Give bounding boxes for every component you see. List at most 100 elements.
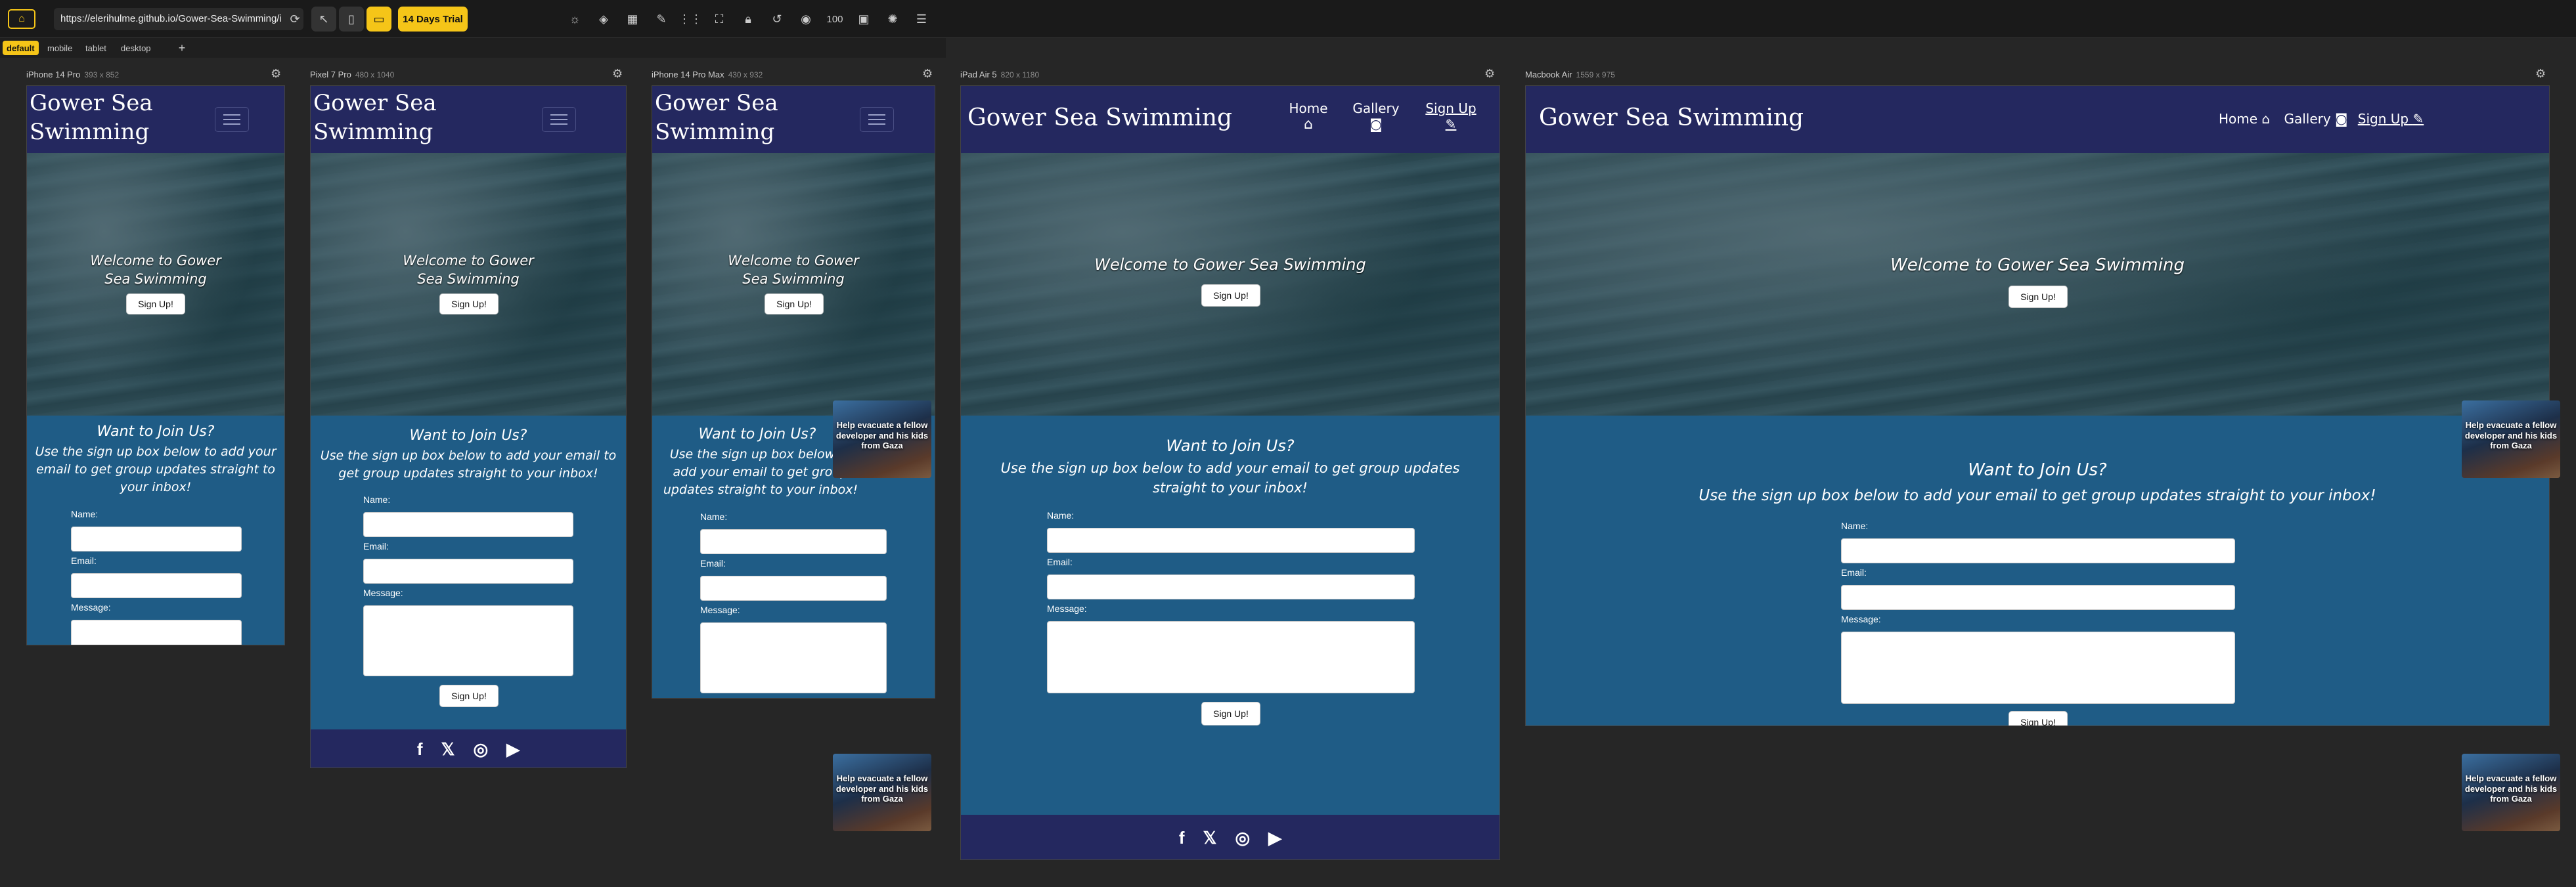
facebook-icon[interactable]: f [1179, 828, 1185, 848]
x-icon[interactable]: 𝕏 [1203, 828, 1217, 848]
zoom-level[interactable]: 100 [822, 7, 847, 32]
hamburger-menu-button[interactable] [542, 107, 576, 132]
grid-icon[interactable]: ▦ [620, 7, 645, 32]
device-frame-iphone-14-pro: Gower Sea Swimming Welcome to Gower Sea … [26, 85, 285, 645]
hero-signup-button[interactable]: Sign Up! [765, 293, 824, 314]
hamburger-menu-button[interactable] [215, 107, 249, 132]
layers-icon[interactable]: ◈ [591, 7, 616, 32]
nav-home[interactable]: Home ⌂ [2211, 111, 2277, 127]
name-label: Name: [1841, 521, 1869, 531]
site-footer: f 𝕏 ◎ ▶ [961, 815, 1499, 859]
undo-icon[interactable]: ↺ [765, 7, 789, 32]
hero-section: Welcome to Gower Sea Swimming Sign Up! [652, 153, 935, 416]
nav-home[interactable]: Home ⌂ [1285, 100, 1331, 133]
refresh-icon[interactable]: ⟳ [282, 7, 307, 32]
hero-section: Welcome to Gower Sea Swimming Sign Up! [27, 153, 284, 416]
facebook-icon[interactable]: f [417, 739, 423, 760]
settings-icon[interactable]: ✺ [880, 7, 905, 32]
camera-icon: ◙ [1369, 116, 1383, 132]
add-tab-icon[interactable]: + [169, 38, 194, 58]
url-input[interactable]: https://elerihulme.github.io/Gower-Sea-S… [54, 8, 303, 30]
tab-default[interactable]: default [3, 41, 39, 55]
message-input[interactable] [1841, 632, 2235, 704]
site-title[interactable]: Gower Sea Swimming [30, 89, 187, 146]
ad-text: Help evacuate a fellow developer and his… [2464, 773, 2558, 804]
nav-signup[interactable]: Sign Up ✎ [2355, 111, 2427, 127]
site-header: Gower Sea Swimming [311, 86, 626, 153]
lock-icon[interactable]: 🔒︎ [736, 7, 761, 32]
site-header: Gower Sea Swimming [652, 86, 935, 153]
site-title[interactable]: Gower Sea Swimming [655, 89, 819, 146]
name-input[interactable] [700, 529, 887, 554]
device-label: iPhone 14 Pro 393 x 852 [26, 70, 120, 79]
trial-button[interactable]: 14 Days Trial [398, 7, 468, 32]
ad-banner[interactable]: Help evacuate a fellow developer and his… [833, 400, 931, 478]
form-signup-button[interactable]: Sign Up! [439, 685, 499, 707]
x-icon[interactable]: 𝕏 [441, 739, 455, 760]
sun-icon[interactable]: ☼ [562, 7, 587, 32]
menu-icon[interactable]: ☰ [909, 7, 934, 32]
form-signup-button[interactable]: Sign Up! [1201, 702, 1260, 725]
gear-icon[interactable]: ⚙ [2535, 67, 2546, 81]
site-title[interactable]: Gower Sea Swimming [313, 89, 484, 146]
message-input[interactable] [363, 605, 573, 676]
hero-signup-button[interactable]: Sign Up! [439, 293, 499, 314]
email-input[interactable] [700, 576, 887, 601]
message-input[interactable] [71, 620, 242, 645]
ad-banner[interactable]: Help evacuate a fellow developer and his… [833, 754, 931, 831]
nav-gallery[interactable]: Gallery ◙ [2280, 111, 2352, 127]
ad-banner[interactable]: Help evacuate a fellow developer and his… [2462, 400, 2560, 478]
code-icon[interactable]: ▣ [851, 7, 876, 32]
expand-icon[interactable]: ⛶ [707, 7, 732, 32]
ad-banner[interactable]: Help evacuate a fellow developer and his… [2462, 754, 2560, 831]
gear-icon[interactable]: ⚙ [1484, 67, 1495, 81]
gear-icon[interactable]: ⚙ [271, 67, 281, 81]
email-label: Email: [700, 558, 726, 569]
message-label: Message: [1047, 603, 1087, 614]
pointer-icon[interactable]: ↖ [311, 7, 336, 32]
instagram-icon[interactable]: ◎ [473, 739, 488, 760]
email-input[interactable] [1841, 585, 2235, 610]
email-input[interactable] [363, 559, 573, 584]
hero-signup-button[interactable]: Sign Up! [126, 293, 185, 314]
youtube-icon[interactable]: ▶ [506, 739, 520, 760]
message-input[interactable] [700, 622, 887, 693]
ruler-icon[interactable]: ✎ [649, 7, 674, 32]
tab-mobile[interactable]: mobile [43, 41, 76, 55]
device-frame-ipad-air-5: Gower Sea Swimming Home ⌂ Gallery ◙ Sign U… [960, 85, 1500, 860]
hero-signup-button[interactable]: Sign Up! [2009, 286, 2068, 308]
site-title[interactable]: Gower Sea Swimming [1539, 103, 1804, 134]
nav-signup[interactable]: Sign Up ✎ [1425, 100, 1477, 132]
device-frame-iphone-14-pro-max: Gower Sea Swimming Welcome to Gower Sea … [652, 85, 935, 699]
email-input[interactable] [1047, 574, 1415, 599]
form-signup-button[interactable]: Sign Up! [2009, 711, 2068, 725]
site-title[interactable]: Gower Sea Swimming [967, 103, 1232, 134]
name-input[interactable] [1047, 528, 1415, 553]
phone-icon[interactable]: ▯ [339, 7, 364, 32]
hero-signup-button[interactable]: Sign Up! [1201, 284, 1260, 307]
name-input[interactable] [1841, 538, 2235, 563]
dots-icon[interactable]: ⋮⋮ [678, 7, 703, 32]
gear-icon[interactable]: ⚙ [612, 67, 623, 81]
gear-icon[interactable]: ⚙ [922, 67, 933, 81]
edit-icon: ✎ [2412, 111, 2424, 127]
tab-desktop[interactable]: desktop [117, 41, 155, 55]
youtube-icon[interactable]: ▶ [1268, 828, 1281, 848]
app-logo-icon[interactable]: ⌂ [8, 9, 35, 29]
email-input[interactable] [71, 573, 242, 598]
ad-text: Help evacuate a fellow developer and his… [835, 420, 929, 451]
instagram-icon[interactable]: ◎ [1235, 828, 1250, 848]
screens-icon[interactable]: ▭ [366, 7, 391, 32]
message-input[interactable] [1047, 621, 1415, 693]
camera-icon[interactable]: ◉ [793, 7, 818, 32]
tab-tablet[interactable]: tablet [81, 41, 110, 55]
name-input[interactable] [71, 527, 242, 552]
hamburger-menu-button[interactable] [860, 107, 894, 132]
email-label: Email: [1047, 557, 1073, 567]
nav-gallery[interactable]: Gallery ◙ [1350, 100, 1402, 132]
device-frame-macbook-air: Gower Sea Swimming Home ⌂ Gallery ◙ Sign… [1525, 85, 2550, 726]
name-label: Name: [700, 511, 728, 522]
message-label: Message: [71, 602, 111, 613]
name-input[interactable] [363, 512, 573, 537]
email-label: Email: [1841, 567, 1867, 578]
